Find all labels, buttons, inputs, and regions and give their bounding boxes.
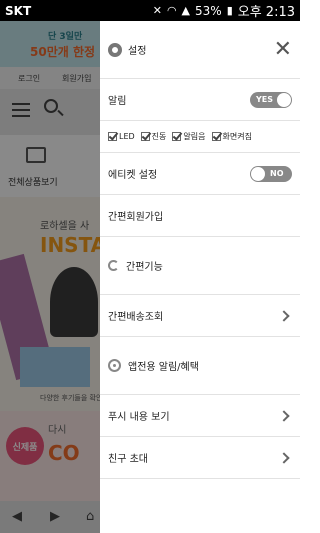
etiquette-toggle[interactable]: NO bbox=[250, 165, 292, 182]
option-screen-on-label: 화면켜짐 bbox=[222, 132, 252, 141]
mute-icon: ✕ bbox=[152, 4, 162, 17]
carrier-label: SKT bbox=[5, 3, 32, 18]
app-notice-icon bbox=[108, 359, 121, 372]
app-notice-label: 앱전용 알림/혜택 bbox=[128, 362, 199, 373]
settings-drawer: 설정 ✕ 알림 YES LED 진동 알림음 화면켜짐 에티켓 설정 NO 간편… bbox=[100, 21, 300, 533]
toggle-knob bbox=[277, 92, 291, 107]
invite-label: 친구 초대 bbox=[108, 454, 148, 465]
chevron-right-icon bbox=[278, 309, 290, 322]
etiquette-toggle-text: NO bbox=[270, 169, 284, 178]
notifications-label: 알림 bbox=[108, 96, 127, 107]
notification-options: LED 진동 알림음 화면켜짐 bbox=[100, 121, 300, 153]
delivery-label: 간편배송조회 bbox=[108, 312, 164, 323]
checkbox-icon bbox=[140, 132, 150, 141]
simple-join-row[interactable]: 간편회원가입 bbox=[100, 195, 300, 237]
battery-icon: ▮ bbox=[226, 4, 233, 17]
etiquette-label: 에티켓 설정 bbox=[108, 170, 158, 181]
simple-function-label: 간편기능 bbox=[126, 262, 163, 273]
overlay-dim[interactable] bbox=[0, 21, 100, 533]
option-vibrate-label: 진동 bbox=[151, 132, 167, 141]
drawer-title: 설정 bbox=[128, 46, 147, 57]
checkbox-icon bbox=[211, 132, 221, 141]
refresh-icon bbox=[108, 260, 119, 271]
push-label: 푸시 내용 보기 bbox=[108, 412, 170, 423]
option-led[interactable]: LED bbox=[108, 132, 135, 141]
status-icons: ✕ ◠ ▲ 53% ▮ 오후 2:13 bbox=[152, 1, 295, 21]
notifications-toggle[interactable]: YES bbox=[250, 91, 292, 108]
option-vibrate[interactable]: 진동 bbox=[140, 131, 167, 142]
status-bar: SKT ✕ ◠ ▲ 53% ▮ 오후 2:13 bbox=[0, 0, 300, 21]
drawer-header: 설정 ✕ bbox=[100, 21, 300, 79]
notifications-row: 알림 YES bbox=[100, 79, 300, 121]
delivery-row[interactable]: 간편배송조회 bbox=[100, 295, 300, 337]
invite-row[interactable]: 친구 초대 bbox=[100, 437, 300, 479]
chevron-right-icon bbox=[278, 451, 290, 464]
checkbox-icon bbox=[108, 132, 117, 141]
notifications-toggle-text: YES bbox=[256, 95, 274, 104]
option-sound[interactable]: 알림음 bbox=[172, 131, 206, 142]
simple-function-row[interactable]: 간편기능 bbox=[100, 237, 300, 295]
etiquette-row: 에티켓 설정 NO bbox=[100, 153, 300, 195]
simple-join-label: 간편회원가입 bbox=[108, 212, 164, 223]
toggle-knob bbox=[251, 166, 265, 181]
option-led-label: LED bbox=[119, 132, 135, 141]
battery-percent: 53% bbox=[195, 3, 222, 18]
wifi-icon: ◠ bbox=[166, 4, 177, 17]
push-row[interactable]: 푸시 내용 보기 bbox=[100, 395, 300, 437]
app-notice-row[interactable]: 앱전용 알림/혜택 bbox=[100, 337, 300, 395]
option-sound-label: 알림음 bbox=[183, 132, 206, 141]
clock: 오후 2:13 bbox=[237, 5, 295, 20]
close-icon[interactable]: ✕ bbox=[274, 37, 292, 62]
option-screen-on[interactable]: 화면켜짐 bbox=[211, 131, 252, 142]
checkbox-icon bbox=[172, 132, 182, 141]
signal-icon: ▲ bbox=[181, 4, 191, 17]
chevron-right-icon bbox=[278, 409, 290, 422]
gear-icon bbox=[108, 42, 122, 57]
